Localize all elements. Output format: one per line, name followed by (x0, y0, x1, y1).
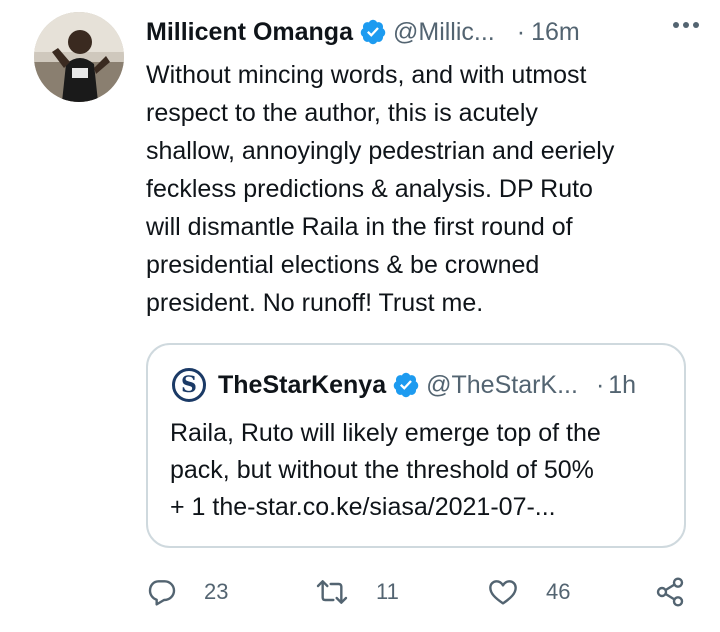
quoted-author-handle: @TheStarK... (426, 370, 578, 399)
quoted-text-line: pack, but without the threshold of 50% (170, 456, 594, 484)
separator-dot: · (516, 17, 526, 46)
retweet-button[interactable]: 11 (314, 570, 399, 614)
tweet-header: Millicent Omanga @Millic... · 16m (146, 14, 700, 50)
quoted-tweet-text: Raila, Ruto will likely emerge top of th… (170, 415, 670, 526)
quoted-tweet-card[interactable]: S TheStarKenya @TheStarK... · 1h Raila, … (146, 343, 686, 548)
quoted-tweet-timestamp: 1h (608, 370, 637, 399)
reply-icon (148, 580, 176, 606)
tweet-text-line: shallow, annoyingly pedestrian and eerie… (146, 137, 615, 165)
author-avatar[interactable] (34, 12, 124, 102)
avatar-photo-icon (34, 12, 124, 102)
tweet-text-line: feckless predictions & analysis. DP Ruto (146, 175, 593, 203)
tweet-text-line: president. No runoff! Trust me. (146, 289, 484, 317)
heart-icon (489, 580, 517, 605)
quoted-text-line: + 1 the-star.co.ke/siasa/2021-07-... (170, 493, 556, 521)
quoted-text-line: Raila, Ruto will likely emerge top of th… (170, 419, 601, 447)
share-button[interactable] (654, 570, 686, 614)
tweet-text-line: respect to the author, this is acutely (146, 99, 538, 127)
reply-count: 23 (204, 579, 229, 604)
quoted-author-name: TheStarKenya (218, 370, 387, 399)
retweet-count: 11 (376, 579, 399, 604)
separator-dot: · (595, 370, 605, 399)
share-icon (656, 577, 684, 607)
tweet-actions-bar: 23 11 46 (146, 570, 696, 614)
author-handle[interactable]: @Millic... (393, 18, 495, 47)
tweet-timestamp[interactable]: 16m (531, 18, 580, 47)
quoted-author-logo-icon: S (172, 368, 206, 402)
tweet-text-line: Without mincing words, and with utmost (146, 61, 587, 89)
verified-badge-icon (359, 18, 387, 46)
verified-badge-icon (392, 371, 420, 399)
tweet-text-line: will dismantle Raila in the first round … (146, 213, 573, 241)
retweet-icon (316, 580, 348, 604)
tweet-text-line: presidential elections & be crowned (146, 251, 540, 279)
reply-button[interactable]: 23 (146, 570, 228, 614)
quoted-tweet-header: S TheStarKenya @TheStarK... · 1h (172, 367, 668, 403)
tweet-text: Without mincing words, and with utmost r… (146, 56, 706, 322)
like-button[interactable]: 46 (486, 570, 570, 614)
more-options-icon[interactable] (666, 10, 706, 40)
like-count: 46 (546, 579, 571, 604)
author-name[interactable]: Millicent Omanga (146, 18, 353, 47)
